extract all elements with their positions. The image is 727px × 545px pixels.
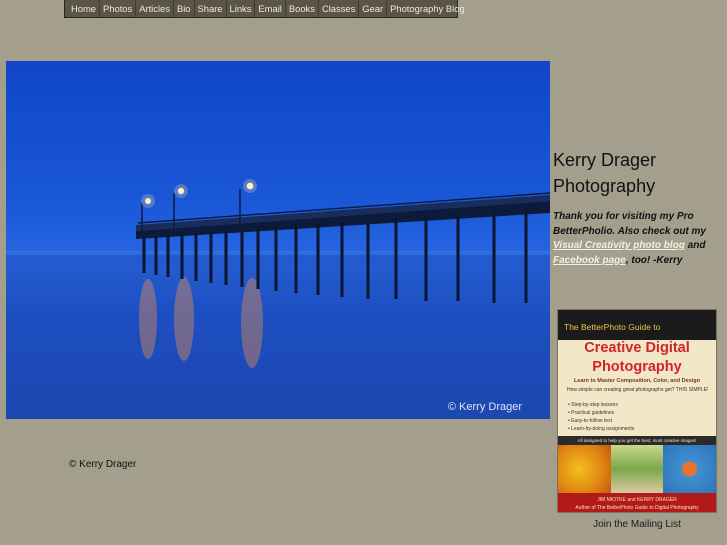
book-title-line1: Creative Digital (584, 340, 690, 356)
welcome-text-1: Thank you for visiting my Pro BetterPhol… (553, 211, 706, 237)
welcome-message: Thank you for visiting my Pro BetterPhol… (553, 210, 727, 268)
nav-articles[interactable]: Articles (135, 0, 173, 17)
welcome-text-3: , too! -Kerry (625, 254, 683, 266)
welcome-text-2: and (684, 240, 706, 251)
book-features: Step-by-step lessons Practical guideline… (568, 401, 634, 433)
photo-watermark: © Kerry Drager (447, 401, 522, 413)
book-authors-names: JIM MIOTKE and KERRY DRAGER (597, 497, 677, 503)
book-series: The BetterPhoto Guide to (564, 322, 661, 332)
nav-links[interactable]: Links (225, 0, 255, 17)
book-feature: Step-by-step lessons (568, 401, 634, 409)
nav-email[interactable]: Email (254, 0, 284, 17)
site-title: Kerry Drager Photography (553, 147, 723, 199)
book-feature: Learn-by-doing assignments (568, 425, 634, 433)
starfish-image (663, 445, 716, 493)
nav-share[interactable]: Share (193, 0, 226, 17)
book-title: Creative Digital Photography (558, 339, 716, 377)
nav-books[interactable]: Books (284, 0, 318, 17)
meadow-image (610, 445, 664, 493)
visual-creativity-blog-link[interactable]: Visual Creativity photo blog (553, 240, 685, 251)
top-nav: Home Photos Articles Bio Share Links Ema… (64, 0, 465, 18)
book-feature: Easy-to-follow text (568, 417, 634, 425)
book-subtitle: Learn to Master Composition, Color, and … (574, 378, 700, 384)
nav-bio[interactable]: Bio (172, 0, 194, 17)
book-feature: Practical guidelines (568, 409, 634, 417)
nav-home[interactable]: Home (68, 0, 99, 17)
footer-copyright: © Kerry Drager (69, 459, 137, 470)
book-title-line2: Photography (592, 359, 682, 375)
book-cover-images (558, 445, 716, 493)
sunflower-image (558, 445, 611, 493)
site-title-line2: Photography (553, 176, 656, 196)
book-authors-sub: Author of The BetterPhoto Guide to Digit… (575, 505, 699, 511)
nav-photography-blog[interactable]: Photography Blog (386, 0, 468, 17)
pier-photo-image (6, 179, 550, 419)
featured-photo[interactable]: © Kerry Drager (6, 61, 550, 419)
nav-classes[interactable]: Classes (317, 0, 358, 17)
nav-photos[interactable]: Photos (99, 0, 135, 17)
book-authors: JIM MIOTKE and KERRY DRAGER Author of Th… (558, 493, 716, 512)
book-banner: All designed to help you get the best, m… (558, 436, 716, 445)
join-mailing-list-link[interactable]: Join the Mailing List (557, 519, 717, 530)
facebook-page-link[interactable]: Facebook page (553, 255, 626, 266)
nav-gear[interactable]: Gear (358, 0, 386, 17)
book-cover[interactable]: The BetterPhoto Guide to Creative Digita… (557, 309, 717, 513)
site-title-line1: Kerry Drager (553, 150, 657, 170)
book-tagline: How simple can creating great photograph… (567, 387, 709, 393)
